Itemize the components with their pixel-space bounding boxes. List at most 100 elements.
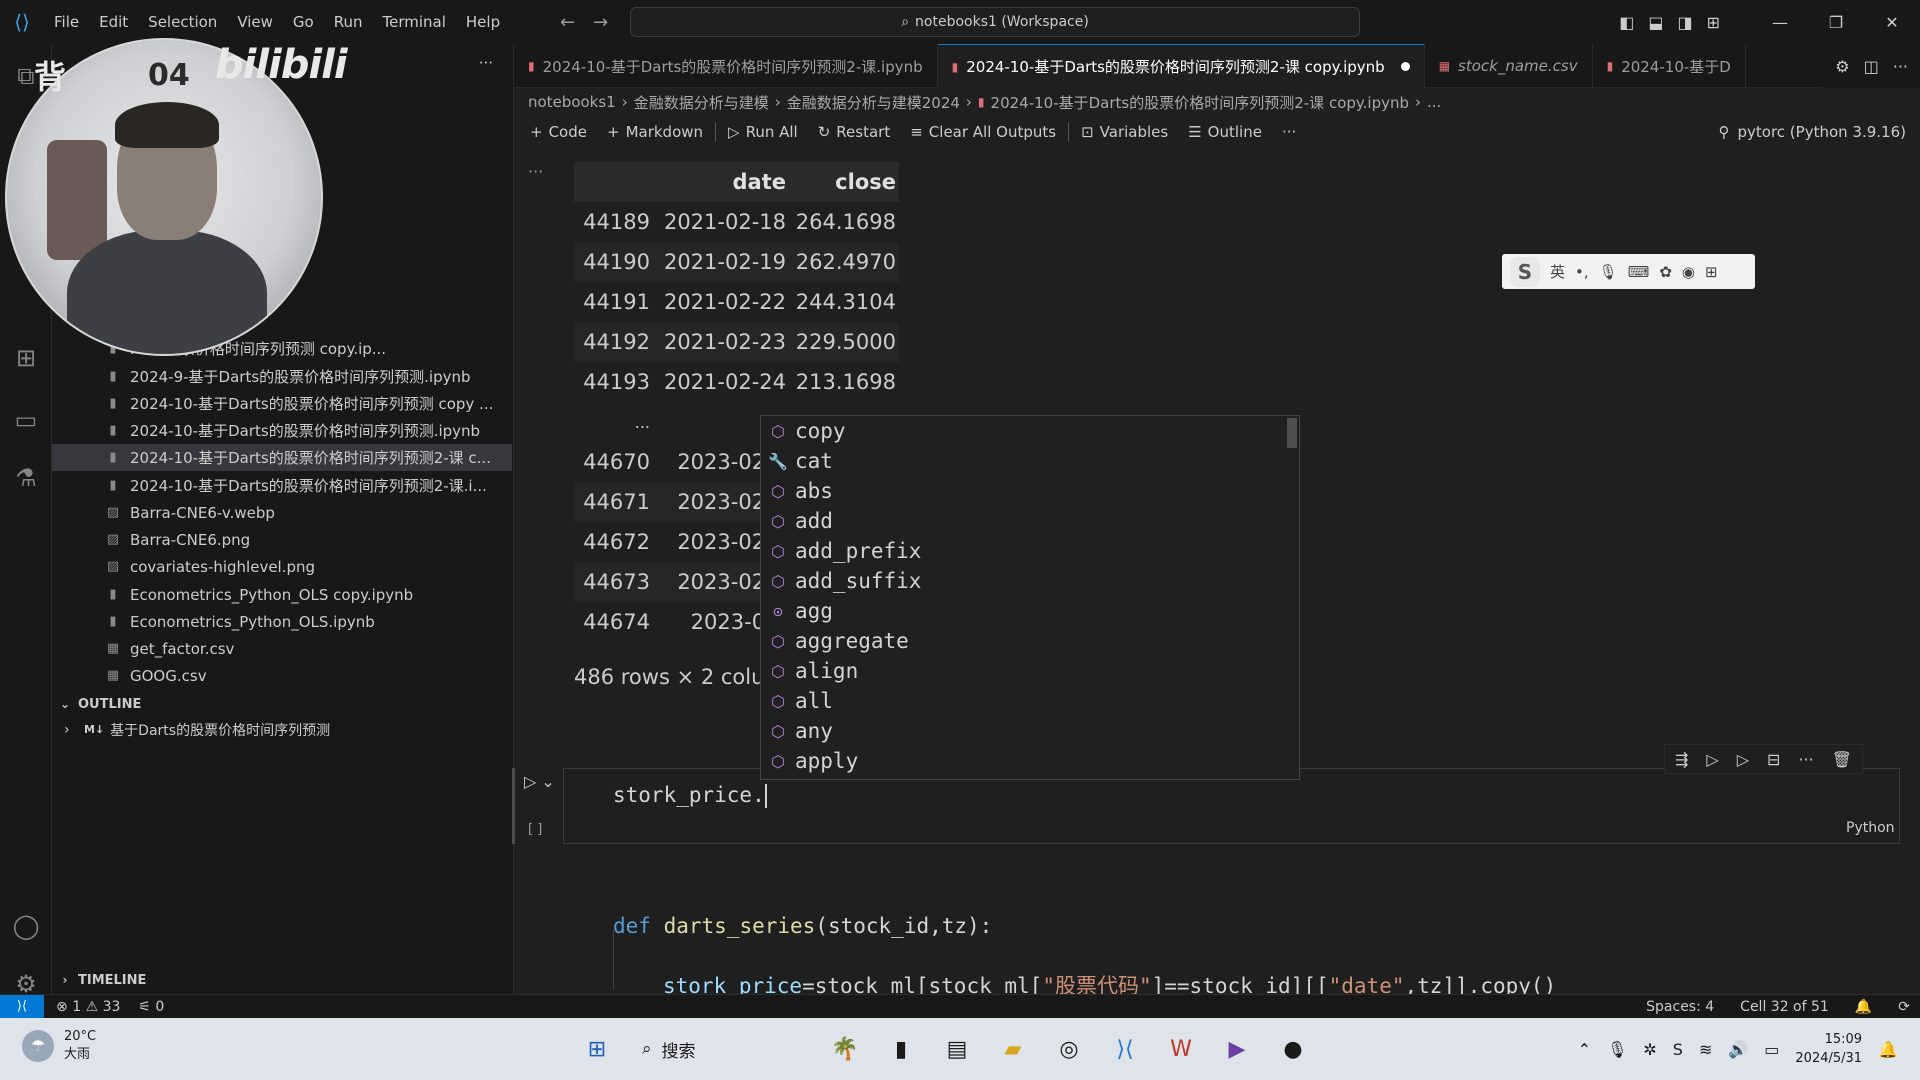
clock[interactable]: 15:09 2024/5/31 (1795, 1030, 1862, 1068)
file-tree-item[interactable]: ▦ get_factor.csv (52, 635, 512, 662)
run-cell-button[interactable]: ▷ ⌄ (524, 772, 555, 791)
file-tree-item[interactable]: ▮ 2024-10-基于Darts的股票价格时间序列预测2-课 c... (52, 444, 512, 471)
customize-layout-icon[interactable]: ⊞ (1707, 13, 1720, 32)
delete-cell-icon[interactable]: 🗑 (1832, 750, 1852, 769)
grid-menu-icon[interactable]: ⊞ (1705, 263, 1718, 281)
skin-icon[interactable]: ✿ (1659, 263, 1672, 281)
menu-item-selection[interactable]: Selection (138, 0, 227, 44)
run-by-line-icon[interactable]: ⇶ (1675, 750, 1688, 769)
file-explorer-icon[interactable]: ▰ (996, 1032, 1030, 1066)
breadcrumb-item[interactable]: 金融数据分析与建模 (634, 92, 769, 113)
wifi-icon[interactable]: ≋ (1699, 1040, 1712, 1059)
breadcrumb-item[interactable]: 2024-10-基于Darts的股票价格时间序列预测2-课 copy.ipynb (991, 92, 1409, 113)
file-tree-item[interactable]: ▮ Econometrics_Python_OLS.ipynb (52, 608, 512, 635)
toggle-secondary-sidebar-icon[interactable]: ◨ (1677, 13, 1692, 32)
variables-button[interactable]: ⊡ Variables (1071, 123, 1178, 141)
suggest-item[interactable]: ⬡ apply (761, 746, 1299, 776)
restore-button[interactable]: ❐ (1808, 0, 1864, 44)
menu-item-edit[interactable]: Edit (89, 0, 138, 44)
accounts-icon[interactable]: ◯ (0, 902, 52, 950)
split-cell-icon[interactable]: ⊟ (1767, 750, 1780, 769)
suggest-item[interactable]: ⬡ aggregate (761, 626, 1299, 656)
testing-icon[interactable]: ⚗ (0, 454, 52, 502)
suggest-item[interactable]: ⬡ any (761, 716, 1299, 746)
suggest-item[interactable]: ⬡ add_prefix (761, 536, 1299, 566)
widgets-icon[interactable]: 🌴 (828, 1032, 862, 1066)
bell-icon[interactable]: 🔔 (1855, 999, 1872, 1015)
command-center[interactable]: ⌕ notebooks1 (Workspace) (630, 7, 1360, 37)
execute-below-icon[interactable]: ▷ (1737, 750, 1749, 769)
remote-indicator-icon[interactable]: ⟩⟨ (0, 994, 44, 1019)
chevron-up-icon[interactable]: ⌃ (1578, 1040, 1591, 1059)
remote-explorer-icon[interactable]: ▭ (0, 396, 52, 444)
tray-app-icon[interactable]: ✲ (1643, 1040, 1656, 1059)
weather-widget[interactable]: ☂ 20°C 大雨 (22, 1028, 96, 1064)
recorder-icon[interactable]: ● (1276, 1032, 1310, 1066)
problems-indicator[interactable]: ⊗ 1 ⚠ 33 (56, 999, 120, 1015)
forward-arrow-icon[interactable]: → (593, 12, 608, 33)
menu-item-go[interactable]: Go (283, 0, 324, 44)
restart-button[interactable]: ↻ Restart (808, 123, 901, 141)
microphone-icon[interactable]: 🎙 (1607, 1040, 1627, 1059)
breadcrumb-item[interactable]: 金融数据分析与建模2024 (787, 92, 960, 113)
file-tree-item[interactable]: ▨ covariates-highlevel.png (52, 553, 512, 580)
cell-more-icon[interactable]: ··· (1798, 750, 1813, 769)
file-tree-item[interactable]: ▮ 2024-10-基于Darts的股票价格时间序列预测.ipynb (52, 417, 512, 444)
file-tree-item[interactable]: ▮ Econometrics_Python_OLS copy.ipynb (52, 581, 512, 608)
volume-icon[interactable]: 🔊 (1728, 1040, 1748, 1059)
output-more-icon[interactable]: ··· (528, 162, 543, 181)
suggest-item[interactable]: ⬡ abs (761, 476, 1299, 506)
chrome-icon[interactable]: ◎ (1052, 1032, 1086, 1066)
sidebar-more-icon[interactable]: ··· (479, 54, 493, 72)
more-actions-icon[interactable]: ··· (1893, 57, 1908, 76)
minimize-button[interactable]: — (1752, 0, 1808, 44)
toggle-sidebar-icon[interactable]: ◧ (1619, 13, 1634, 32)
outline-section-header[interactable]: ⌄ OUTLINE (52, 691, 512, 717)
editor-tab[interactable]: ▮ 2024-10-基于D (1593, 44, 1746, 88)
add-markdown-cell-button[interactable]: + Markdown (597, 123, 713, 141)
settings-gear-icon[interactable]: ⚙ (1835, 57, 1849, 76)
split-editor-icon[interactable]: ◫ (1864, 57, 1879, 76)
breadcrumb-item[interactable]: notebooks1 (528, 93, 616, 111)
add-code-cell-button[interactable]: + Code (520, 123, 597, 141)
sync-icon[interactable]: ⟳ (1898, 999, 1910, 1015)
microphone-icon[interactable]: 🎙 (1599, 263, 1618, 281)
toolbar-more-button[interactable]: ··· (1272, 123, 1306, 141)
file-tree-item[interactable]: ▮ 2024-9-基于Darts的股票价格时间序列预测.ipynb (52, 363, 512, 390)
battery-icon[interactable]: ▭ (1764, 1040, 1779, 1059)
file-tree-item[interactable]: ▨ Barra-CNE6.png (52, 526, 512, 553)
outline-item[interactable]: › M↓ 基于Darts的股票价格时间序列预测 (52, 716, 512, 743)
indentation-indicator[interactable]: Spaces: 4 (1646, 999, 1714, 1015)
timeline-section-header[interactable]: › TIMELINE (52, 967, 512, 993)
outline-button[interactable]: ☰ Outline (1178, 123, 1272, 141)
suggest-scrollbar[interactable] (1287, 418, 1297, 448)
ime-mode[interactable]: 英 (1550, 261, 1565, 282)
back-arrow-icon[interactable]: ← (560, 12, 575, 33)
suggest-item[interactable]: ⬡ align (761, 656, 1299, 686)
toggle-panel-icon[interactable]: ⬓ (1648, 13, 1663, 32)
suggest-item[interactable]: 🔧 cat (761, 446, 1299, 476)
clear-outputs-button[interactable]: ≡ Clear All Outputs (900, 123, 1066, 141)
editor-tab[interactable]: ▮ 2024-10-基于Darts的股票价格时间序列预测2-课 copy.ipyn… (937, 44, 1425, 88)
menu-item-run[interactable]: Run (324, 0, 373, 44)
cell-position-indicator[interactable]: Cell 32 of 51 (1740, 999, 1829, 1015)
editor-tab[interactable]: ▦ stock_name.csv (1425, 44, 1593, 88)
suggest-item[interactable]: ⬡ add (761, 506, 1299, 536)
execute-above-icon[interactable]: ▷ (1706, 750, 1718, 769)
suggest-item[interactable]: ⬡ all (761, 686, 1299, 716)
file-tree-item[interactable]: ▮ 2024-10-基于Darts的股票价格时间序列预测2-课.i... (52, 472, 512, 499)
unsaved-dot-icon[interactable] (1400, 62, 1410, 71)
file-tree-item[interactable]: ▦ GOOG.csv (52, 662, 512, 689)
taskbar-search[interactable]: ⌕ 搜索 (636, 1037, 806, 1062)
suggest-item[interactable]: ⬡ copy (761, 416, 1299, 446)
cell-language[interactable]: Python (1846, 820, 1895, 836)
menu-item-file[interactable]: File (44, 0, 89, 44)
breadcrumb-item[interactable]: ... (1427, 93, 1441, 111)
ports-indicator[interactable]: ⚟ 0 (138, 999, 164, 1015)
notification-icon[interactable]: 🔔 (1878, 1040, 1898, 1059)
file-tree-item[interactable]: ▨ Barra-CNE6-v.webp (52, 499, 512, 526)
wps-icon[interactable]: W (1164, 1032, 1198, 1066)
file-tree-item[interactable]: ▮ 2024-10-基于Darts的股票价格时间序列预测 copy ... (52, 390, 512, 417)
terminal-icon[interactable]: ▮ (884, 1032, 918, 1066)
windows-start-icon[interactable]: ⊞ (580, 1032, 614, 1066)
